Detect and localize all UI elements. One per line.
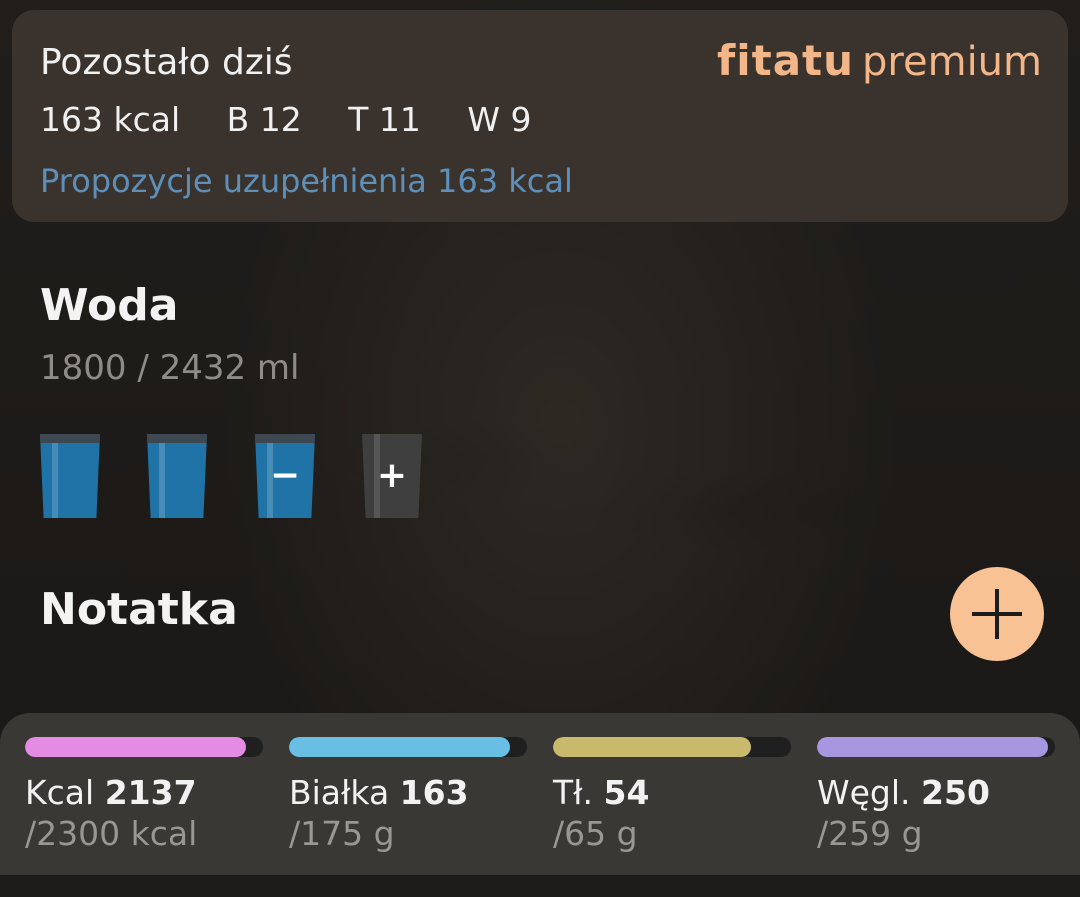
progress-track	[553, 737, 791, 757]
brand-logo[interactable]: fitatu premium	[717, 36, 1042, 85]
water-glass-2[interactable]	[147, 434, 207, 518]
bottom-strip	[0, 875, 1080, 897]
macro-goal: /259 g	[817, 814, 923, 853]
progress-track	[817, 737, 1055, 757]
fitatu-logo: fitatu	[716, 36, 855, 85]
macro-name: Białka	[289, 773, 390, 812]
macro-name: Kcal	[25, 773, 95, 812]
macro-value: 54	[603, 773, 650, 812]
progress-fill	[289, 737, 511, 757]
progress-fill	[25, 737, 247, 757]
macro-value: 163	[399, 773, 469, 812]
macro-value: 2137	[104, 773, 197, 812]
remaining-stats: 163 kcal B 12 T 11 W 9	[40, 100, 568, 139]
premium-label: premium	[862, 39, 1042, 85]
macro-goal: /175 g	[289, 814, 395, 853]
remaining-protein: B 12	[226, 100, 302, 139]
progress-fill	[817, 737, 1048, 757]
progress-track	[289, 737, 527, 757]
remaining-title: Pozostało dziś	[40, 42, 293, 83]
macro-name: Węgl.	[817, 773, 911, 812]
minus-icon: −	[269, 455, 301, 496]
water-glass-remove[interactable]: −	[255, 434, 315, 518]
macro-goal: /2300 kcal	[25, 814, 198, 853]
remaining-kcal: 163 kcal	[40, 100, 181, 139]
water-title: Woda	[40, 280, 179, 331]
macro-value: 250	[921, 773, 990, 812]
progress-fill	[553, 737, 751, 757]
note-title: Notatka	[40, 584, 238, 635]
plus-icon: +	[376, 455, 408, 496]
water-glass-add[interactable]: +	[362, 434, 422, 518]
remaining-fat: T 11	[348, 100, 421, 139]
macros-summary-bar[interactable]: Kcal 2137 /2300 kcal Białka 163 /175 g T…	[0, 713, 1080, 875]
remaining-today-card: Pozostało dziś fitatu premium 163 kcal B …	[12, 10, 1068, 222]
suggestions-link[interactable]: Propozycje uzupełnienia 163 kcal	[40, 162, 573, 200]
macro-name: Tł.	[553, 773, 594, 812]
water-glass-1[interactable]	[40, 434, 100, 518]
macro-goal: /65 g	[553, 814, 638, 853]
add-note-button[interactable]	[950, 567, 1044, 661]
water-amount: 1800 / 2432 ml	[40, 348, 300, 388]
remaining-carbs: W 9	[467, 100, 532, 139]
progress-track	[25, 737, 263, 757]
